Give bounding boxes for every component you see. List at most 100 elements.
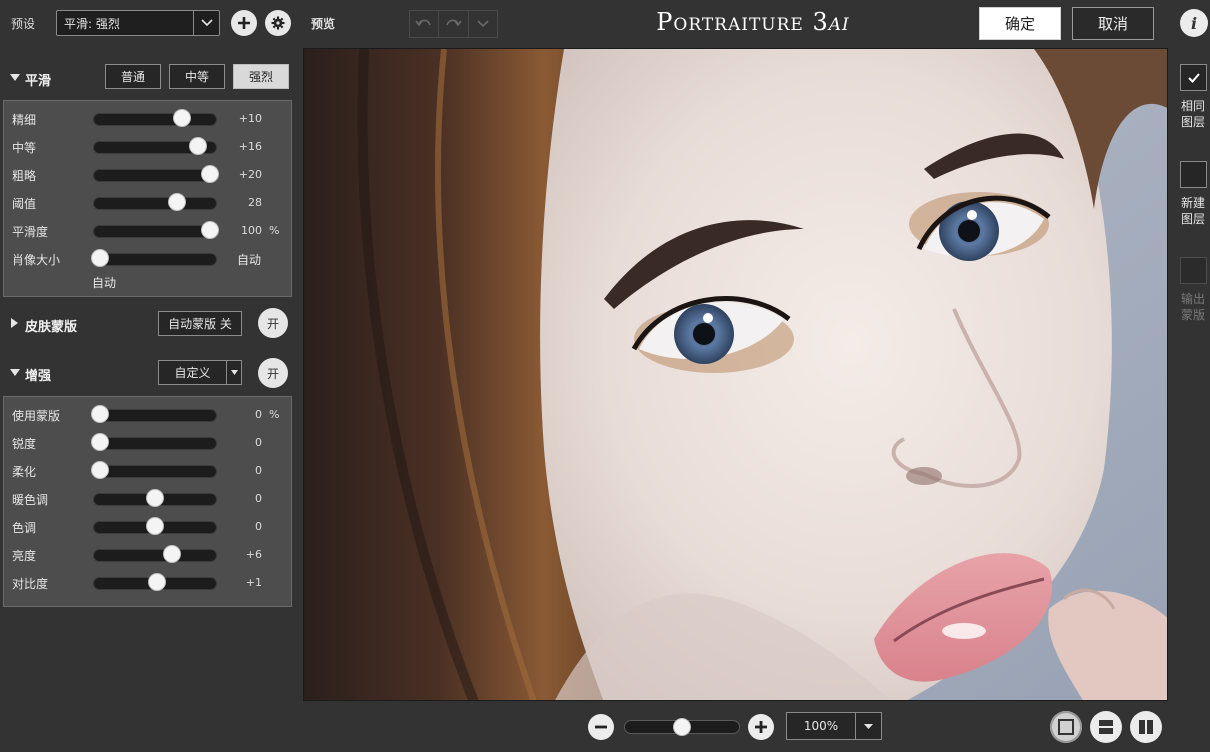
- smoothing-slider-value: 自动: [237, 253, 262, 267]
- skin-mask-title: 皮肤蒙版: [25, 320, 78, 335]
- output-mask-label: 输出 蒙版: [1180, 292, 1205, 322]
- enhance-preset-value: 自定义: [174, 366, 211, 380]
- smoothing-slider-row: 平滑度 100%: [4, 219, 293, 243]
- mode-medium-button[interactable]: 中等: [169, 64, 225, 89]
- minus-icon: [595, 725, 607, 729]
- smoothing-slider-knob[interactable]: [200, 165, 219, 183]
- add-preset-button[interactable]: [231, 10, 257, 36]
- enhance-toggle[interactable]: 开: [258, 358, 288, 388]
- enhance-slider-row: 锐度 0: [4, 431, 293, 455]
- enhance-title: 增强: [25, 369, 52, 384]
- enhance-slider-knob[interactable]: [146, 489, 164, 507]
- cancel-button[interactable]: 取消: [1072, 7, 1154, 40]
- smoothing-slider-value: +10: [238, 112, 262, 125]
- single-view-button[interactable]: [1050, 711, 1082, 743]
- smoothing-slider-row: 肖像大小 自动: [4, 247, 293, 271]
- history-controls: [409, 10, 498, 38]
- enhance-group: 使用蒙版 0% 锐度 0 柔化 0 暖色调 0 色调 0 亮度 +6 对比度 +1: [3, 396, 292, 607]
- enhance-slider-track[interactable]: [93, 437, 217, 450]
- enhance-slider-label: 锐度: [12, 437, 37, 451]
- app-title-suffix: ai: [828, 8, 850, 36]
- split-vertical-icon: [1139, 720, 1153, 734]
- new-layer-label: 新建 图层: [1180, 196, 1205, 226]
- smoothing-slider-label: 粗略: [12, 169, 37, 183]
- enhance-slider-row: 暖色调 0: [4, 487, 293, 511]
- enhance-slider-knob[interactable]: [146, 517, 164, 535]
- smoothing-slider-label: 阈值: [12, 197, 37, 211]
- chevron-down-icon[interactable]: [193, 11, 219, 35]
- split-vertical-button[interactable]: [1130, 711, 1162, 743]
- enhance-slider-value: +6: [245, 548, 262, 561]
- skin-mask-toggle[interactable]: 开: [258, 308, 288, 338]
- caret-down-icon[interactable]: [226, 361, 241, 384]
- info-button[interactable]: i: [1180, 9, 1208, 37]
- redo-button[interactable]: [439, 11, 469, 37]
- caret-down-icon: [10, 369, 20, 376]
- mode-normal-button[interactable]: 普通: [105, 64, 161, 89]
- zoom-slider-knob[interactable]: [673, 718, 691, 736]
- zoom-value: 100%: [803, 719, 839, 733]
- smoothing-slider-row: 精细 +10: [4, 107, 293, 131]
- enhance-slider-row: 对比度 +1: [4, 571, 293, 595]
- enhance-slider-value: 0: [255, 436, 262, 449]
- enhance-slider-label: 对比度: [12, 577, 49, 591]
- enhance-slider-row: 使用蒙版 0%: [4, 403, 293, 427]
- caret-down-icon: [10, 74, 20, 81]
- enhance-slider-track[interactable]: [93, 549, 217, 562]
- caret-down-icon[interactable]: [855, 713, 881, 739]
- enhance-slider-row: 柔化 0: [4, 459, 293, 483]
- smoothing-group: 精细 +10 中等 +16 粗略 +20 阈值 28 平滑度 100% 肖像大小 自动: [3, 100, 292, 297]
- skin-mask-section-header[interactable]: 皮肤蒙版: [0, 310, 300, 338]
- smoothing-slider-track[interactable]: [93, 113, 217, 126]
- enhance-slider-value: 0: [255, 464, 262, 477]
- enhance-slider-label: 色调: [12, 521, 37, 535]
- smoothing-slider-track[interactable]: [93, 169, 217, 182]
- smoothing-slider-track[interactable]: [93, 253, 217, 266]
- plus-icon: [238, 17, 250, 29]
- zoom-out-button[interactable]: [588, 714, 614, 740]
- zoom-in-button[interactable]: [748, 714, 774, 740]
- smoothing-slider-label: 肖像大小: [12, 253, 61, 267]
- smoothing-slider-knob[interactable]: [200, 221, 219, 239]
- chevron-down-icon: [477, 20, 489, 28]
- smoothing-slider-value: +16: [238, 140, 262, 153]
- smoothing-slider-unit: %: [269, 224, 280, 237]
- smoothing-slider-label: 中等: [12, 141, 37, 155]
- enhance-preset-dropdown[interactable]: 自定义: [158, 360, 242, 385]
- app-title: Portraiture 3ai: [598, 8, 908, 36]
- enhance-section-header[interactable]: 增强: [0, 359, 300, 387]
- same-layer-checkbox[interactable]: [1180, 64, 1207, 91]
- enhance-slider-unit: %: [269, 408, 280, 421]
- top-toolbar: 预设 平滑: 强烈 预览 Portraiture 3ai 确定 取消 i: [0, 0, 1210, 46]
- single-view-icon: [1058, 719, 1074, 735]
- preview-label: 预览: [311, 17, 336, 31]
- output-mask-checkbox[interactable]: [1180, 257, 1207, 284]
- plus-icon: [755, 721, 767, 733]
- zoom-select[interactable]: 100%: [786, 712, 882, 740]
- auto-mask-button[interactable]: 自动蒙版 关: [158, 311, 242, 336]
- enhance-slider-label: 使用蒙版: [12, 409, 61, 423]
- enhance-slider-value: 0: [255, 520, 262, 533]
- enhance-slider-label: 柔化: [12, 465, 37, 479]
- ok-button[interactable]: 确定: [979, 7, 1061, 40]
- enhance-slider-track[interactable]: [93, 409, 217, 422]
- enhance-slider-track[interactable]: [93, 465, 217, 478]
- history-menu-button[interactable]: [469, 11, 497, 37]
- smoothing-slider-row: 中等 +16: [4, 135, 293, 159]
- redo-icon: [446, 19, 463, 27]
- new-layer-checkbox[interactable]: [1180, 161, 1207, 188]
- preset-value: 平滑: 强烈: [64, 16, 120, 31]
- preset-select[interactable]: 平滑: 强烈: [56, 10, 220, 36]
- smoothing-slider-track[interactable]: [93, 225, 217, 238]
- preview-canvas[interactable]: [303, 48, 1168, 701]
- undo-button[interactable]: [410, 11, 440, 37]
- portrait-size-auto-label: 自动: [92, 276, 117, 290]
- preset-settings-button[interactable]: [265, 10, 291, 36]
- smoothing-slider-value: 100: [241, 224, 262, 237]
- enhance-slider-row: 色调 0: [4, 515, 293, 539]
- smoothing-slider-track[interactable]: [93, 197, 217, 210]
- split-horizontal-button[interactable]: [1090, 711, 1122, 743]
- smoothing-slider-value: 28: [248, 196, 262, 209]
- smoothing-slider-row: 粗略 +20: [4, 163, 293, 187]
- mode-strong-button[interactable]: 强烈: [233, 64, 289, 89]
